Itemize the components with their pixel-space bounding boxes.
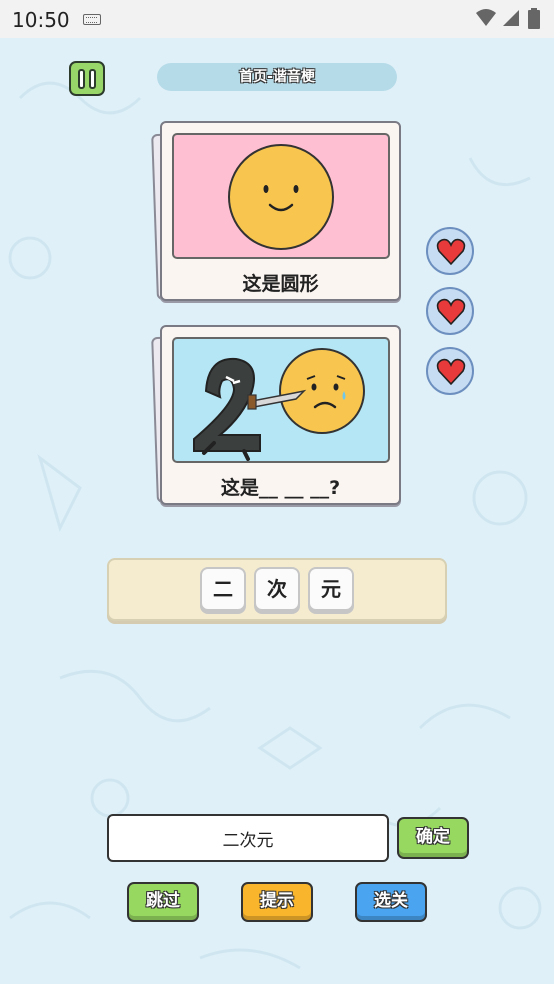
answer-tile[interactable]: 元: [308, 567, 354, 611]
life-heart: [426, 227, 474, 275]
wifi-icon: [476, 9, 496, 26]
answer-tile[interactable]: 次: [254, 567, 300, 611]
card-picture: [172, 337, 390, 463]
clue-card: 这是圆形: [160, 121, 401, 301]
hint-button[interactable]: 提示: [241, 882, 313, 922]
answer-input[interactable]: [107, 814, 389, 862]
status-time: 10:50: [12, 8, 70, 32]
select-level-button[interactable]: 选关: [355, 882, 427, 922]
pause-button[interactable]: [69, 61, 105, 96]
life-heart: [426, 287, 474, 335]
confirm-button[interactable]: 确定: [397, 817, 469, 859]
question-card: 这是__ __ __?: [160, 325, 401, 505]
heart-icon: [436, 238, 466, 266]
heart-icon: [436, 358, 466, 386]
status-bar: 10:50: [0, 0, 554, 38]
card-caption: 这是__ __ __?: [220, 477, 341, 499]
page-title: 首页-谐音梗: [157, 63, 397, 91]
heart-icon: [436, 298, 466, 326]
answer-tile[interactable]: 二: [200, 567, 246, 611]
skip-button[interactable]: 跳过: [127, 882, 199, 922]
keyboard-icon: [83, 14, 101, 25]
signal-icon: [503, 10, 519, 26]
battery-icon: [528, 8, 540, 29]
card-picture: [172, 133, 390, 259]
smiley-circle-illustration: [228, 144, 334, 250]
two-stabbing-smiley-illustration: [193, 348, 365, 461]
card-caption: 这是圆形: [242, 273, 319, 295]
life-heart: [426, 347, 474, 395]
